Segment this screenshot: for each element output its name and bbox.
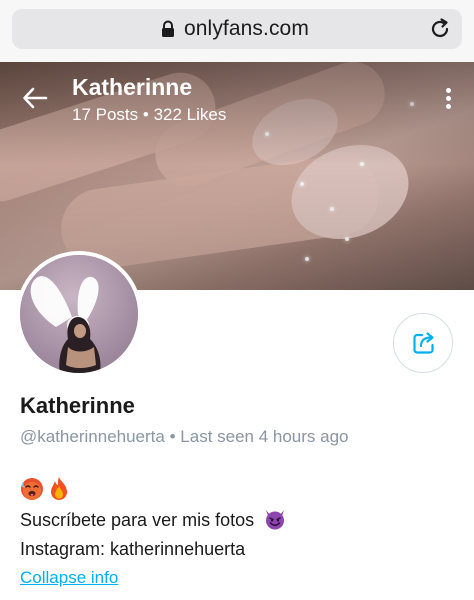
last-seen: Last seen 4 hours ago — [180, 427, 349, 446]
avatar-figure — [59, 317, 101, 373]
header-stats: 17 Posts • 322 Likes — [72, 105, 226, 125]
fire-emoji — [51, 477, 67, 500]
smiling-devil-emoji — [266, 510, 285, 530]
share-button[interactable] — [393, 313, 453, 373]
hot-face-emoji — [21, 478, 43, 500]
handle-line: @katherinnehuerta • Last seen 4 hours ag… — [20, 427, 349, 447]
bio-line-2: Instagram: katherinnehuerta — [20, 539, 246, 559]
url-text: onlyfans.com — [184, 17, 309, 40]
bio-text-1: Suscríbete para ver mis fotos — [20, 510, 255, 530]
arrow-left-icon[interactable] — [22, 86, 48, 110]
bio-line-1: Suscríbete para ver mis fotos — [20, 508, 287, 531]
posts-count: 17 Posts — [72, 105, 139, 124]
stats-separator: • — [142, 105, 149, 124]
browser-address-bar: onlyfans.com — [0, 0, 474, 62]
username: @katherinnehuerta — [20, 427, 165, 446]
url-field[interactable]: onlyfans.com — [12, 9, 462, 49]
avatar[interactable] — [16, 251, 142, 377]
reload-icon[interactable] — [428, 17, 452, 41]
header-title: Katherinne — [72, 74, 193, 100]
collapse-info-link[interactable]: Collapse info — [20, 568, 118, 588]
likes-count: 322 Likes — [153, 105, 227, 124]
share-icon — [413, 332, 434, 354]
more-vertical-icon[interactable] — [446, 88, 452, 110]
lock-icon — [162, 20, 174, 37]
profile-name: Katherinne — [20, 393, 135, 418]
handle-separator: • — [169, 427, 176, 446]
